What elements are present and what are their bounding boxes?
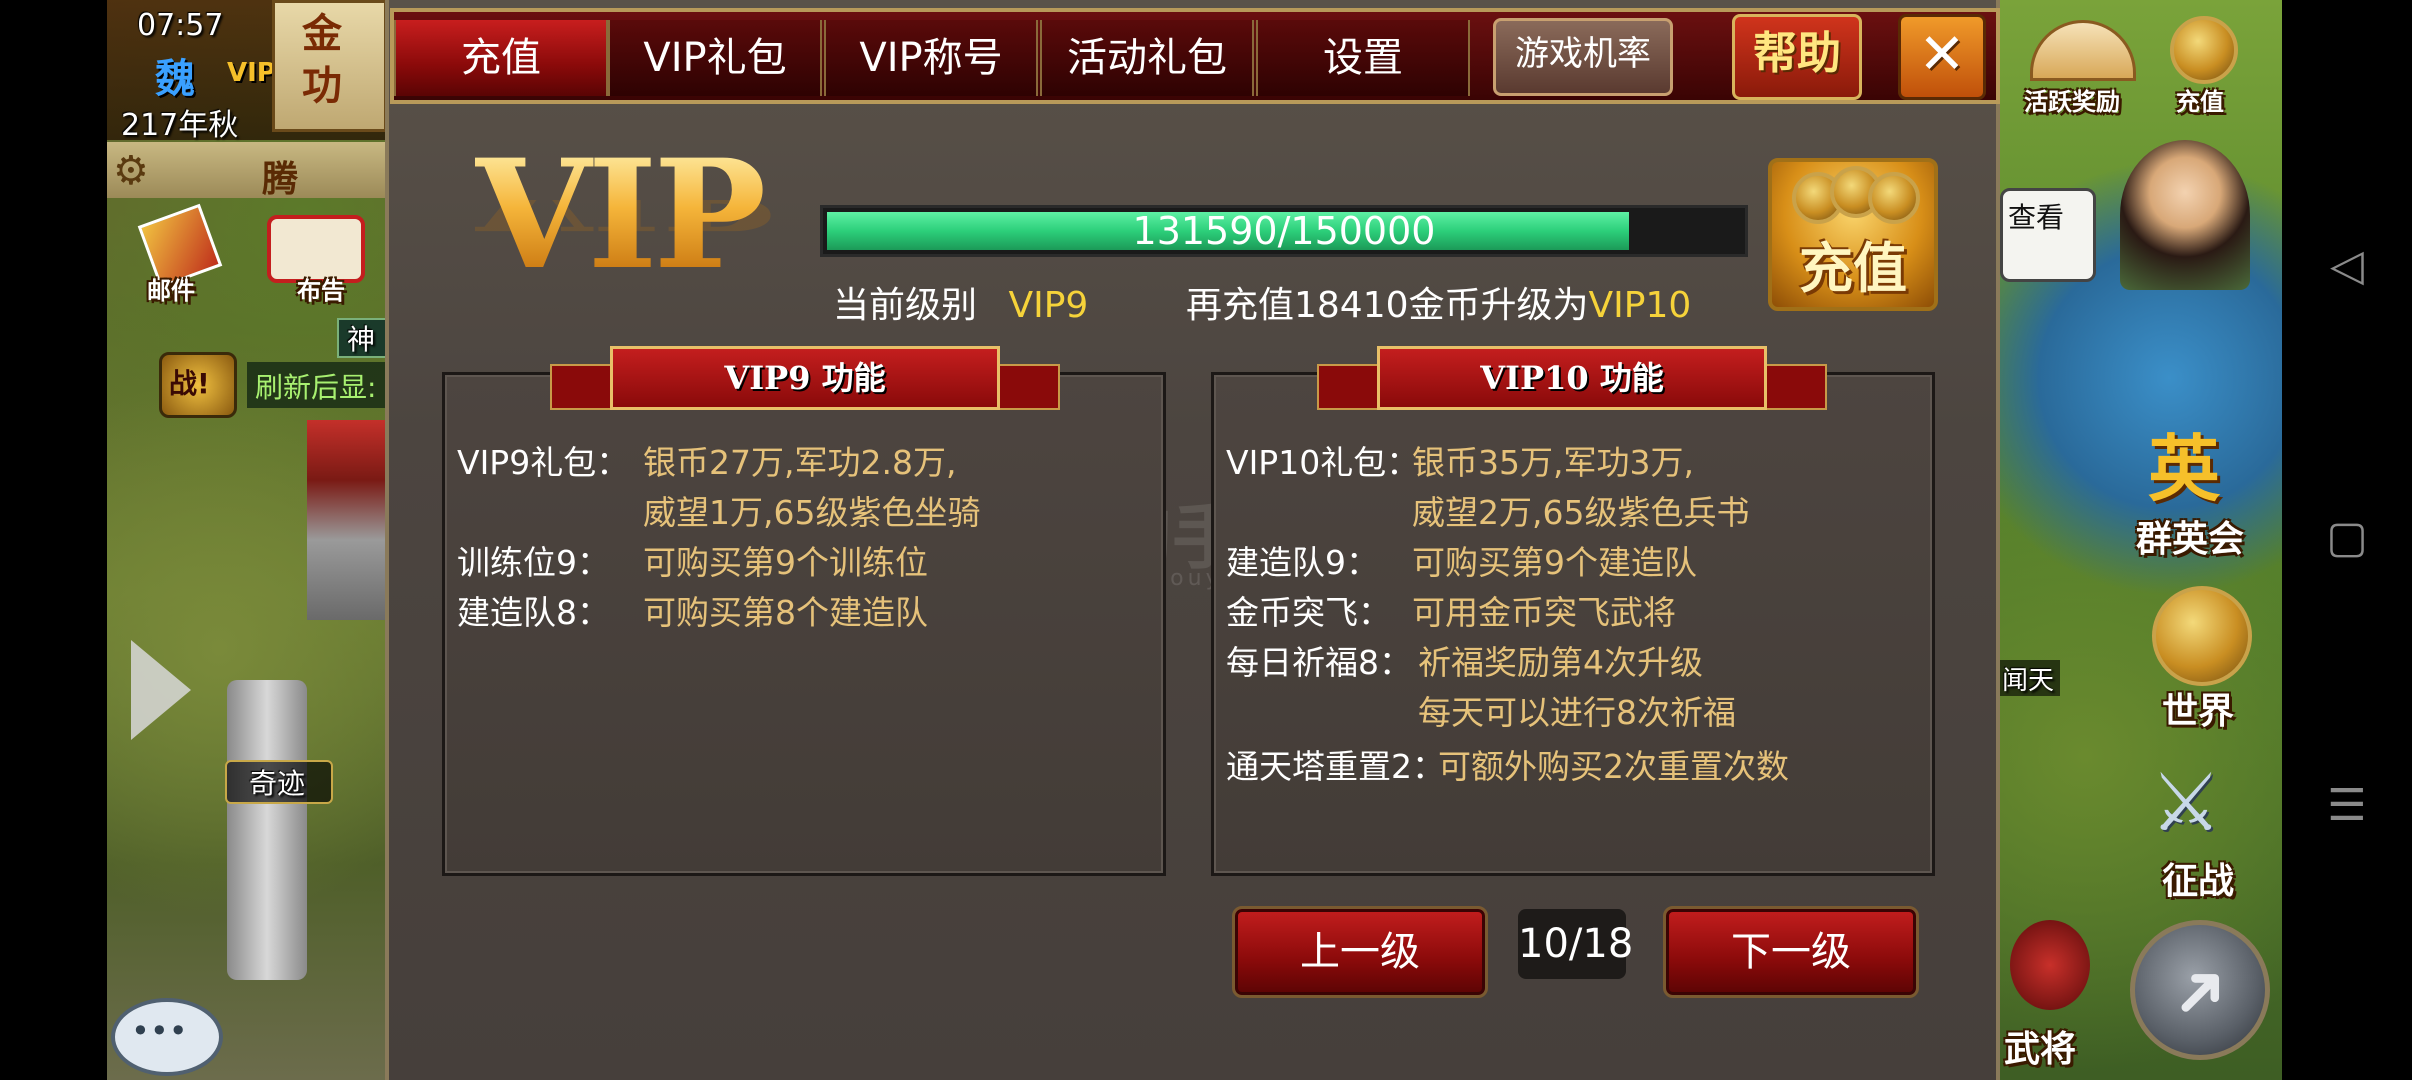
world-label: 世界 bbox=[2162, 691, 2235, 732]
vip10-gold-boost-label: 金币突飞： bbox=[1226, 593, 1391, 632]
menu-icon[interactable]: ☰ bbox=[2312, 780, 2382, 831]
crossed-swords-icon: ⚔ bbox=[2150, 756, 2222, 849]
view-text: 查看 bbox=[2008, 201, 2065, 234]
mail-button[interactable]: 邮件 bbox=[137, 203, 227, 305]
tab-settings[interactable]: 设置 bbox=[1256, 20, 1470, 96]
miracle-label: 奇迹 bbox=[249, 767, 306, 800]
vip10-gift-line2: 威望2万,65级紫色兵书 bbox=[1412, 493, 1750, 532]
recharge-shortcut-label: 充值 bbox=[2176, 88, 2224, 116]
gear-icon[interactable]: ⚙ bbox=[113, 148, 149, 194]
notice-label: 布告 bbox=[297, 277, 345, 305]
general-portrait-icon bbox=[2010, 920, 2090, 1010]
vip9-gift-line1: 银币27万,军功2.8万, bbox=[643, 443, 957, 482]
expedition-button[interactable]: ⚔ 征战 bbox=[2140, 756, 2260, 906]
season-label: 217年秋 bbox=[121, 108, 239, 143]
tab-vip-title[interactable]: VIP称号 bbox=[824, 20, 1038, 96]
recharge-button-label: 充值 bbox=[1799, 237, 1907, 300]
heroes-label: 群英会 bbox=[2136, 519, 2245, 560]
vip10-tower-reset-value: 可额外购买2次重置次数 bbox=[1438, 747, 1789, 786]
right-game-scene: 活跃奖励 充值 查看 英 群英会 闻天 世界 ⚔ 征战 武将 ➜ bbox=[2000, 0, 2282, 1080]
tian-text: 闻天 bbox=[2002, 666, 2055, 696]
upgrade-prefix: 再充值18410金币升级为 bbox=[1186, 285, 1589, 326]
vip10-tower-reset-label: 通天塔重置2： bbox=[1226, 747, 1445, 786]
miracle-pillar[interactable] bbox=[227, 680, 307, 980]
tab-event-gift[interactable]: 活动礼包 bbox=[1040, 20, 1254, 96]
game-odds-button[interactable]: 游戏机率 bbox=[1493, 18, 1673, 96]
vip-badge: VIP bbox=[227, 58, 276, 88]
vip9-training-label: 训练位9： bbox=[457, 543, 610, 582]
close-icon: ✕ bbox=[1918, 22, 1966, 87]
upgrade-line: 再充值18410金币升级为VIP10 bbox=[1186, 276, 1691, 328]
vip9-build-label: 建造队8： bbox=[457, 593, 610, 632]
left-game-scene: 07:57 魏 VIP 217年秋 金 功 ⚙ 腾 邮件 布告 神 战! 刷新后… bbox=[107, 0, 387, 1080]
banner-text: 腾 bbox=[262, 159, 299, 200]
npc-portrait bbox=[2120, 140, 2250, 290]
activity-reward-button[interactable]: 活跃奖励 bbox=[2020, 10, 2140, 120]
fan-icon bbox=[2030, 20, 2136, 81]
android-nav-bar: ◁ ▢ ☰ bbox=[2282, 0, 2412, 1080]
activity-reward-label: 活跃奖励 bbox=[2024, 88, 2120, 116]
vip10-ribbon: VIP10 功能 bbox=[1317, 346, 1827, 416]
vip9-ribbon: VIP9 功能 bbox=[550, 346, 1060, 416]
banner-strip bbox=[107, 142, 387, 198]
vip10-gift-label: VIP10礼包： bbox=[1226, 443, 1420, 482]
left-arrow-button[interactable] bbox=[131, 640, 191, 740]
current-level-value: VIP9 bbox=[1008, 285, 1089, 326]
current-level-line: 当前级别 VIP9 bbox=[833, 276, 1088, 328]
vip10-blessing-line2: 每天可以进行8次祈福 bbox=[1418, 693, 1736, 732]
ribbon-tail-right bbox=[990, 364, 1060, 410]
vip10-gift-line1: 银币35万,军功3万, bbox=[1412, 443, 1694, 482]
notice-button[interactable]: 布告 bbox=[257, 205, 367, 305]
ribbon-tail-right bbox=[1757, 364, 1827, 410]
compass-icon bbox=[2152, 586, 2252, 686]
vip9-build-value: 可购买第8个建造队 bbox=[643, 593, 928, 632]
heroes-button[interactable]: 英 群英会 bbox=[2130, 410, 2260, 560]
vip10-title: VIP10 功能 bbox=[1377, 346, 1767, 410]
coins-icon bbox=[1792, 166, 1920, 224]
vip-progress-text: 131590/150000 bbox=[1132, 209, 1436, 253]
coin-icon bbox=[2170, 16, 2238, 84]
vip9-training-value: 可购买第9个训练位 bbox=[643, 543, 928, 582]
next-level-button[interactable]: 下一级 bbox=[1663, 906, 1919, 998]
tab-recharge[interactable]: 充值 bbox=[394, 20, 608, 96]
upgrade-target: VIP10 bbox=[1588, 285, 1692, 326]
vip10-blessing-label: 每日祈福8： bbox=[1226, 643, 1412, 682]
expedition-label: 征战 bbox=[2162, 861, 2235, 902]
recharge-shortcut-button[interactable]: 充值 bbox=[2148, 10, 2258, 120]
back-icon[interactable]: ◁ bbox=[2312, 240, 2382, 291]
prev-level-button[interactable]: 上一级 bbox=[1232, 906, 1488, 998]
vip9-gift-label: VIP9礼包： bbox=[457, 443, 630, 482]
help-button[interactable]: 帮助 bbox=[1732, 14, 1862, 100]
vip10-blessing-line1: 祈福奖励第4次升级 bbox=[1418, 643, 1703, 682]
kingdom-badge: 魏 bbox=[155, 56, 195, 102]
page-indicator: 10/18 bbox=[1518, 909, 1633, 979]
tab-vip-gift[interactable]: VIP礼包 bbox=[608, 20, 822, 96]
clock: 07:57 bbox=[137, 8, 224, 43]
vip9-gift-line2: 威望1万,65级紫色坐骑 bbox=[643, 493, 981, 532]
vip10-gold-boost-value: 可用金币突飞武将 bbox=[1412, 593, 1676, 632]
home-icon[interactable]: ▢ bbox=[2312, 512, 2382, 563]
coin-icon bbox=[1868, 172, 1920, 224]
recharge-button[interactable]: 充值 bbox=[1768, 158, 1938, 311]
vip-logo: VIP bbox=[475, 140, 795, 290]
chat-dots-icon: ••• bbox=[131, 1012, 188, 1050]
shen-text: 神 bbox=[347, 323, 376, 356]
vip-progress-bar: 131590/150000 bbox=[820, 205, 1748, 257]
vip9-title: VIP9 功能 bbox=[610, 346, 1000, 410]
refresh-text: 刷新后显: bbox=[255, 371, 377, 404]
generals-label: 武将 bbox=[2004, 1029, 2077, 1070]
battle-icon-label: 战! bbox=[169, 367, 210, 400]
resource-label: 金 功 bbox=[302, 11, 342, 109]
mail-label: 邮件 bbox=[147, 277, 195, 305]
vip10-build-label: 建造队9： bbox=[1226, 543, 1379, 582]
generals-button[interactable]: 武将 bbox=[2000, 920, 2100, 1070]
heroes-emblem-icon: 英 bbox=[2148, 427, 2221, 511]
building-tower bbox=[307, 420, 387, 620]
vip10-build-value: 可购买第9个建造队 bbox=[1412, 543, 1697, 582]
close-button[interactable]: ✕ bbox=[1898, 14, 1986, 100]
world-button[interactable]: 世界 bbox=[2140, 586, 2260, 736]
current-level-label: 当前级别 bbox=[833, 285, 978, 326]
